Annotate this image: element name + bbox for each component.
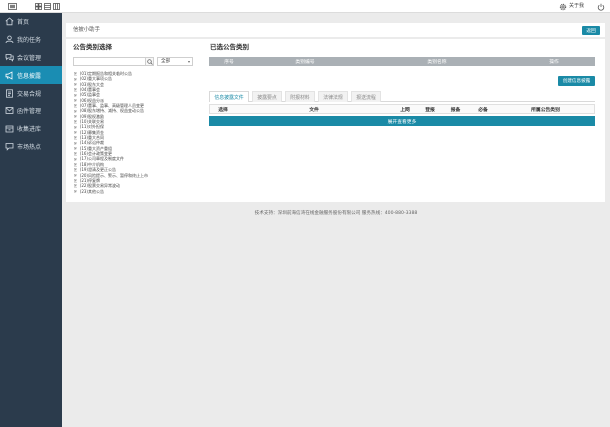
gear-icon[interactable]: [559, 3, 567, 11]
expand-icon[interactable]: [74, 152, 78, 156]
tab-attached-materials[interactable]: 附报材料: [285, 91, 315, 102]
column-header-file: 文件: [309, 107, 319, 113]
sidebar-item-label: 市场热点: [17, 143, 42, 151]
megaphone-icon: [5, 71, 13, 80]
sidebar-item-label: 会议管理: [17, 54, 42, 62]
sidebar-item-label: 首页: [17, 19, 30, 27]
category-tree: (01)定期报告和相关临时公告 (02)重大事项公告 (03)股东大会 (04)…: [74, 71, 148, 194]
expand-icon[interactable]: [74, 168, 78, 172]
expand-icon[interactable]: [74, 184, 78, 188]
selected-categories-table-header: 序号 类别编号 类别名称 操作: [209, 57, 595, 66]
breadcrumb: 信披小助手 返回: [66, 23, 605, 37]
tree-item[interactable]: (23)其他公告: [74, 189, 148, 194]
expand-icon[interactable]: [74, 93, 78, 97]
about-link[interactable]: 关于我: [569, 0, 584, 13]
tab-laws-regulations[interactable]: 法律法规: [318, 91, 348, 102]
layout-columns-icon[interactable]: [53, 3, 60, 10]
column-header-category-code: 类别编号: [295, 60, 315, 65]
category-select-heading: 公告类别选择: [73, 43, 112, 51]
expand-more-button[interactable]: 展开查看更多: [209, 116, 595, 126]
home-icon: [5, 17, 14, 26]
user-task-icon: [5, 35, 14, 44]
column-header-actions: 操作: [549, 60, 559, 65]
sidebar-item-letters[interactable]: 函件管理: [0, 102, 62, 120]
expand-icon[interactable]: [74, 88, 78, 92]
back-button[interactable]: 返回: [582, 25, 600, 35]
expand-icon[interactable]: [74, 136, 78, 140]
layout-list-icon[interactable]: [44, 3, 51, 10]
archive-icon: [5, 125, 14, 133]
sidebar-item-label: 信息披露: [17, 72, 42, 80]
file-table-header: 选择 文件 上网 登报 报备 必备 所属公告类别: [209, 104, 595, 114]
meeting-icon: [5, 54, 14, 62]
category-filter-select[interactable]: 全部: [157, 57, 193, 66]
tab-disclosure-points[interactable]: 披露要点: [252, 91, 282, 102]
expand-icon[interactable]: [74, 120, 78, 124]
expand-icon[interactable]: [74, 173, 78, 178]
column-header-newspaper: 登报: [425, 107, 435, 113]
expand-icon[interactable]: [74, 115, 78, 119]
sidebar-item-label: 我的任务: [17, 37, 42, 45]
power-icon[interactable]: [597, 3, 605, 11]
expand-icon[interactable]: [74, 189, 78, 194]
expand-icon[interactable]: [74, 179, 78, 183]
category-search-input[interactable]: [73, 57, 145, 66]
sidebar-item-disclosure[interactable]: 信息披露: [0, 66, 62, 85]
sidebar-item-label: 函件管理: [17, 108, 42, 116]
chevron-down-icon: [187, 60, 190, 63]
column-header-category-name: 类别名称: [427, 60, 447, 65]
create-disclosure-button[interactable]: 创建信息披露: [558, 76, 595, 86]
sidebar-item-label: 收集进库: [17, 126, 42, 134]
tree-item-label: (23)其他公告: [79, 188, 104, 194]
expand-icon[interactable]: [74, 147, 78, 151]
sidebar-item-home[interactable]: 首页: [0, 13, 62, 31]
column-header-select: 选择: [218, 107, 228, 113]
expand-icon[interactable]: [74, 109, 78, 113]
letter-icon: [5, 107, 14, 115]
sidebar-item-my-tasks[interactable]: 我的任务: [0, 31, 62, 49]
search-icon: [146, 58, 153, 65]
sidebar-item-label: 交易合规: [17, 90, 42, 98]
filter-selected-value: 全部: [161, 59, 171, 64]
column-header-required: 必备: [478, 107, 488, 113]
chat-icon: [5, 143, 14, 151]
expand-icon[interactable]: [74, 163, 78, 167]
sidebar-item-collect[interactable]: 收集进库: [0, 120, 62, 138]
column-header-online: 上网: [400, 107, 410, 113]
expand-icon[interactable]: [74, 72, 78, 76]
column-header-filing: 报备: [450, 107, 461, 113]
layout-grid-icon[interactable]: [35, 3, 42, 10]
expand-icon[interactable]: [74, 157, 78, 162]
selected-categories-heading: 已选公告类别: [210, 43, 249, 51]
search-button[interactable]: [145, 57, 154, 66]
column-header-index: 序号: [224, 60, 234, 65]
sidebar-item-meetings[interactable]: 会议管理: [0, 49, 62, 67]
main-panel: 公告类别选择 全部 (01)定期报告和相关临时公告 (02)重大事项公告 (03…: [66, 39, 605, 202]
footer-support-text: 技术支持：深圳前海信湾在线金融服务股份有限公司 服务热线：400-880-338…: [254, 211, 418, 216]
expand-icon[interactable]: [74, 125, 78, 130]
disclosure-tabs: 信息披露文件 披露要点 附报材料 法律法规 报送流程: [209, 91, 595, 102]
tab-disclosure-files[interactable]: 信息披露文件: [209, 91, 249, 102]
top-bar: 关于我: [0, 0, 610, 13]
expand-icon[interactable]: [74, 77, 78, 81]
sidebar: 首页 我的任务 会议管理 信息披露 交易合规 函件管理 收集进库 市场热点: [0, 13, 62, 427]
expand-icon[interactable]: [74, 99, 78, 103]
tab-submission-process[interactable]: 报送流程: [351, 91, 381, 102]
sidebar-item-market-hotspots[interactable]: 市场热点: [0, 138, 62, 156]
page-title: 信披小助手: [73, 27, 100, 33]
document-icon: [6, 88, 13, 98]
column-header-category: 所属公告类别: [531, 107, 560, 113]
expand-icon[interactable]: [74, 141, 78, 146]
menu-icon[interactable]: [8, 3, 17, 10]
expand-icon[interactable]: [74, 83, 78, 87]
expand-icon[interactable]: [74, 131, 78, 135]
expand-icon[interactable]: [74, 104, 78, 108]
sidebar-item-trade-compliance[interactable]: 交易合规: [0, 84, 62, 102]
